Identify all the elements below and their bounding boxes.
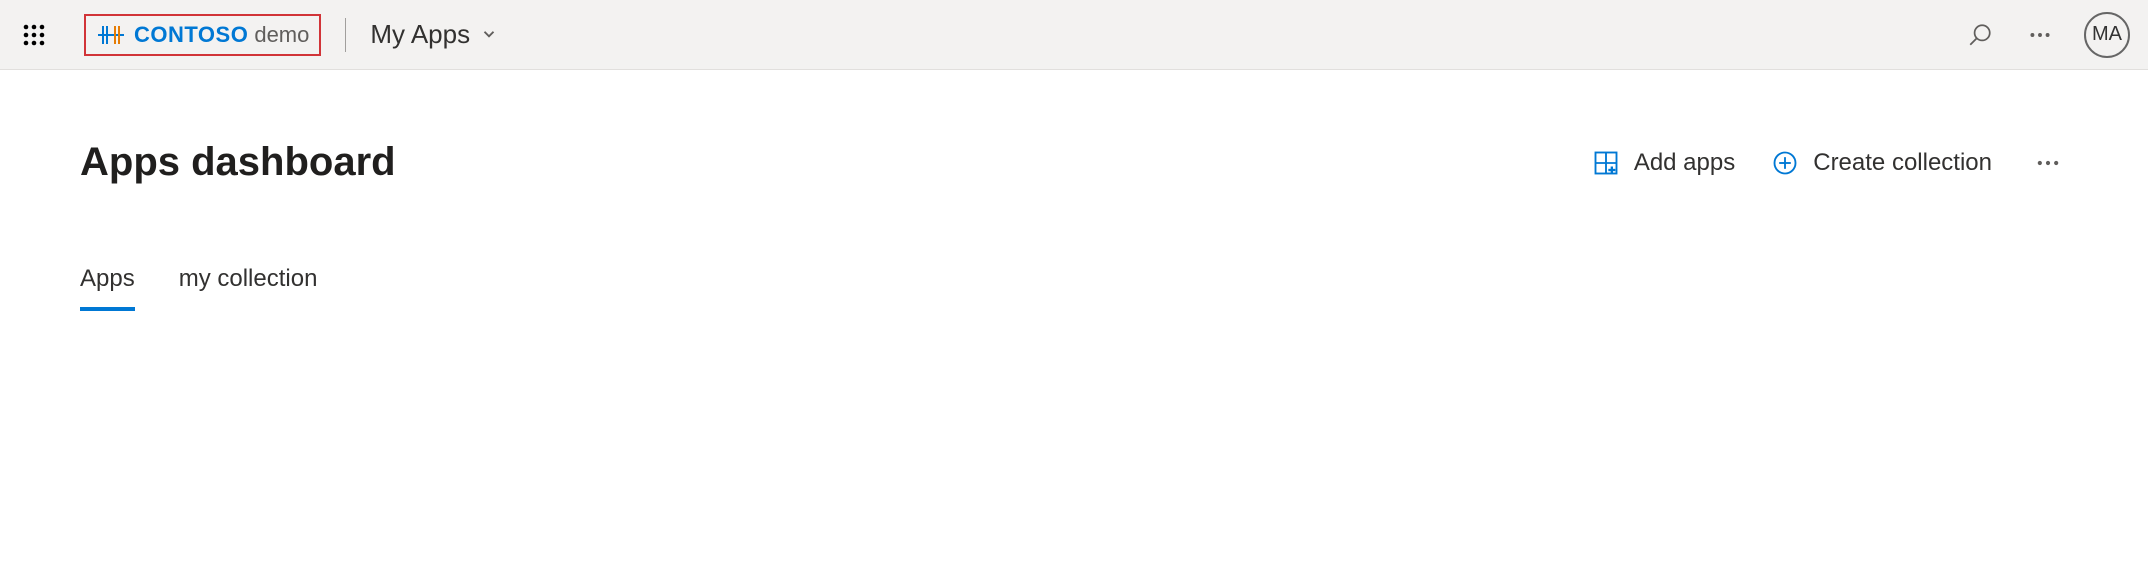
more-horizontal-icon [2034,149,2062,177]
plus-circle-icon [1771,149,1799,177]
app-dropdown-label: My Apps [370,19,470,50]
brand-logo[interactable]: CONTOSO demo [84,14,321,56]
app-dropdown[interactable]: My Apps [370,19,498,50]
app-launcher-button[interactable] [4,5,64,65]
avatar-initials: MA [2092,23,2122,46]
more-horizontal-icon [2027,22,2053,48]
create-collection-button[interactable]: Create collection [1771,149,1992,177]
add-apps-button[interactable]: Add apps [1592,149,1735,177]
add-apps-label: Add apps [1634,149,1735,177]
page-actions: Add apps Create collection [1592,149,2068,177]
page-title: Apps dashboard [80,140,396,185]
chevron-down-icon [480,19,498,50]
brand-name: CONTOSO [134,22,248,48]
search-button[interactable] [1950,5,2010,65]
search-icon [1967,22,1993,48]
main-content: Apps dashboard Add apps Create col [0,70,2148,311]
tabs: Apps my collection [80,265,2068,311]
brand-mark-icon [96,20,126,50]
waffle-icon [22,23,46,47]
add-apps-icon [1592,149,1620,177]
tab-apps[interactable]: Apps [80,265,135,311]
create-collection-label: Create collection [1813,149,1992,177]
top-nav: CONTOSO demo My Apps MA [0,0,2148,70]
brand-sub: demo [254,22,309,48]
more-header-button[interactable] [2010,5,2070,65]
more-actions-button[interactable] [2028,149,2068,177]
title-row: Apps dashboard Add apps Create col [80,140,2068,185]
user-avatar[interactable]: MA [2084,12,2130,58]
tab-my-collection[interactable]: my collection [179,265,318,311]
vertical-separator [345,18,346,52]
